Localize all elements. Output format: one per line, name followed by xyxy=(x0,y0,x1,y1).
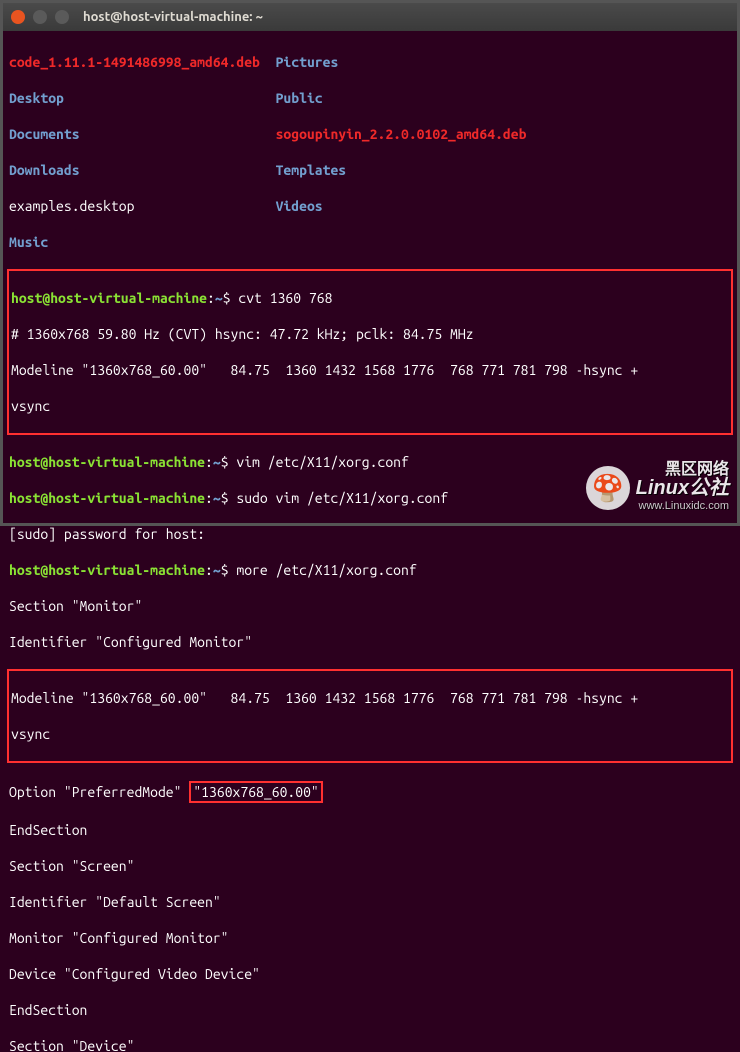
xorg-line: Section "Screen" xyxy=(9,857,731,875)
xorg-line: EndSection xyxy=(9,1001,731,1019)
close-icon[interactable] xyxy=(11,10,25,24)
mushroom-icon: 🍄 xyxy=(586,466,630,510)
window-title: host@host-virtual-machine: ~ xyxy=(83,8,263,26)
dir: Downloads xyxy=(9,162,80,178)
xorg-line: Monitor "Configured Monitor" xyxy=(9,929,731,947)
dir: Videos xyxy=(276,198,323,214)
cmd-cvt: cvt 1360 768 xyxy=(231,290,333,306)
xorg-modeline-cont: vsync xyxy=(11,725,729,743)
xorg-modeline: Modeline "1360x768_60.00" 84.75 1360 143… xyxy=(11,689,729,707)
cmd-sudo-vim: sudo vim /etc/X11/xorg.conf xyxy=(229,490,449,506)
xorg-option-prefix: Option "PreferredMode" xyxy=(9,784,189,800)
watermark: 🍄 黑区网络 Linux公社 www.Linuxidc.com xyxy=(586,461,729,515)
watermark-brand: Linux公社 xyxy=(636,479,729,497)
cmd-more: more /etc/X11/xorg.conf xyxy=(229,562,417,578)
xorg-line: Device "Configured Video Device" xyxy=(9,965,731,983)
xorg-line: Section "Monitor" xyxy=(9,597,731,615)
watermark-url: www.Linuxidc.com xyxy=(639,497,729,515)
file-archive: sogoupinyin_2.2.0.0102_amd64.deb xyxy=(276,126,527,142)
dir: Documents xyxy=(9,126,80,142)
dir: Music xyxy=(9,234,48,250)
xorg-line: Identifier "Default Screen" xyxy=(9,893,731,911)
sudo-password-prompt: [sudo] password for host: xyxy=(9,525,731,543)
maximize-icon[interactable] xyxy=(55,10,69,24)
cvt-output-line: # 1360x768 59.80 Hz (CVT) hsync: 47.72 k… xyxy=(11,325,729,343)
cmd-vim: vim /etc/X11/xorg.conf xyxy=(229,454,409,470)
dir: Desktop xyxy=(9,90,64,106)
file: examples.desktop xyxy=(9,198,134,214)
cvt-modeline-cont: vsync xyxy=(11,397,729,415)
dir: Templates xyxy=(276,162,347,178)
dir: Public xyxy=(276,90,323,106)
file-archive: code_1.11.1-1491486998_amd64.deb xyxy=(9,54,260,70)
highlight-box-modeline: Modeline "1360x768_60.00" 84.75 1360 143… xyxy=(7,669,733,763)
terminal-output[interactable]: code_1.11.1-1491486998_amd64.deb Picture… xyxy=(3,31,737,1052)
highlight-box-cvt: host@host-virtual-machine:~$ cvt 1360 76… xyxy=(7,269,733,435)
cvt-modeline: Modeline "1360x768_60.00" 84.75 1360 143… xyxy=(11,361,729,379)
xorg-line: Section "Device" xyxy=(9,1037,731,1052)
xorg-line: Identifier "Configured Monitor" xyxy=(9,633,731,651)
window-titlebar: host@host-virtual-machine: ~ xyxy=(3,3,737,31)
xorg-line: EndSection xyxy=(9,821,731,839)
highlight-box-preferredmode: "1360x768_60.00" xyxy=(189,781,322,803)
dir: Pictures xyxy=(276,54,339,70)
prompt-user-host: host@host-virtual-machine xyxy=(11,290,207,306)
minimize-icon[interactable] xyxy=(33,10,47,24)
